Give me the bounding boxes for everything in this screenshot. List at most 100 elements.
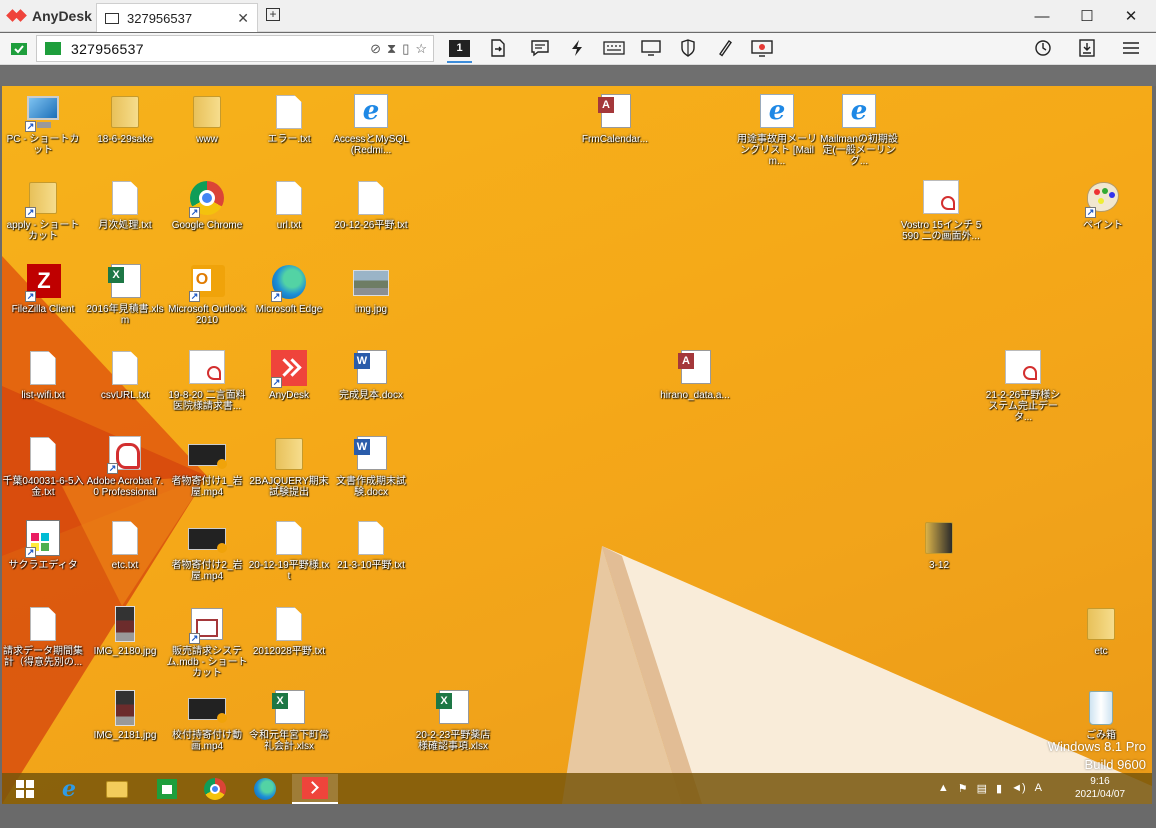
ie-icon: e — [839, 92, 879, 132]
desktop-icon[interactable]: etc — [1060, 604, 1142, 657]
permissions-button[interactable] — [675, 36, 701, 60]
taskbar-edge[interactable] — [242, 774, 288, 804]
desktop-icon[interactable]: FrmCalendar... — [574, 92, 656, 145]
desktop-icon[interactable]: 者物寄付け2_岩屋.mp4 — [166, 518, 248, 582]
taskbar-file-explorer[interactable] — [94, 774, 140, 804]
history-button[interactable] — [1030, 36, 1056, 60]
shortcut-arrow-icon: ↗ — [189, 207, 200, 218]
desktop-icon[interactable]: 21-3-10平野.txt — [330, 518, 412, 571]
desktop-icon-label: AccessとMySQL(Redmi... — [333, 134, 409, 156]
txt-shape — [358, 181, 384, 215]
desktop-icon[interactable]: e 用途事故用メーリングリスト [Mailm... — [736, 92, 818, 167]
new-tab-button[interactable]: + — [266, 8, 280, 21]
taskbar-anydesk[interactable] — [292, 774, 338, 804]
desktop-icon[interactable]: ↗ AnyDesk — [248, 348, 330, 401]
desktop-icon[interactable]: Z ↗ FileZilla Client — [2, 262, 84, 315]
desktop-icon[interactable]: 月次処理.txt — [84, 178, 166, 231]
monitor-select-button[interactable]: 1 — [449, 40, 470, 57]
desktop-icon[interactable]: 校付持寄付け動画.mp4 — [166, 688, 248, 752]
start-button[interactable] — [2, 774, 48, 804]
display-button[interactable] — [638, 36, 664, 60]
pdf-icon — [921, 178, 961, 218]
volume-icon[interactable]: ◄) — [1011, 782, 1026, 795]
desktop-icon[interactable]: 2016年見積書.xlsm — [84, 262, 166, 326]
desktop-icon[interactable]: ↗ Adobe Acrobat 7.0 Professional — [84, 434, 166, 498]
desktop-icon[interactable]: 完成見本.docx — [330, 348, 412, 401]
desktop-icon[interactable]: list-wifi.txt — [2, 348, 84, 401]
desktop-icon[interactable]: 2BAJQUERY期末試験提出 — [248, 434, 330, 498]
file-transfer-button[interactable] — [485, 36, 511, 60]
desktop-icon[interactable]: 2012028平野.txt — [248, 604, 330, 657]
desktop-icon[interactable]: エラー.txt — [248, 92, 330, 145]
desktop-icon[interactable]: ↗ PC - ショートカット — [2, 92, 84, 156]
desktop-icon[interactable]: etc.txt — [84, 518, 166, 571]
windows-version-watermark: Windows 8.1 Pro Build 9600 — [1048, 738, 1146, 774]
desktop-icon[interactable]: ごみ箱 — [1060, 688, 1142, 741]
desktop-icon[interactable]: 文書作成期末試験.docx — [330, 434, 412, 498]
desktop-icon[interactable]: ↗ Microsoft Outlook 2010 — [166, 262, 248, 326]
txt-icon — [105, 348, 145, 388]
desktop-icon[interactable]: img.jpg — [330, 262, 412, 315]
desktop-icon[interactable]: 3-12 — [898, 518, 980, 571]
desktop-icon[interactable]: url.txt — [248, 178, 330, 231]
maximize-button[interactable]: ☐ — [1064, 0, 1110, 32]
desktop-icon-label: 20-12-19平野様.txt — [248, 560, 330, 582]
desktop-icon-label: 販売請求システム.mdb - ショートカット — [166, 646, 248, 679]
main-menu-button[interactable] — [1118, 36, 1144, 60]
taskbar-clock[interactable]: 9:16 2021/04/07 — [1058, 775, 1142, 801]
desktop-icon[interactable]: Vostro 15インチ 5590 二の画面外... — [900, 178, 982, 242]
keyboard-button[interactable] — [601, 36, 627, 60]
desktop-icon[interactable]: e AccessとMySQL(Redmi... — [330, 92, 412, 156]
desktop-icon[interactable]: 19-8-20 二言面料医院様請求書... — [166, 348, 248, 412]
desktop-icon[interactable]: 21-2-26平野様システム完止データ... — [982, 348, 1064, 423]
taskbar-store[interactable] — [144, 774, 190, 804]
whiteboard-button[interactable] — [712, 36, 738, 60]
desktop-icon[interactable]: csvURL.txt — [84, 348, 166, 401]
install-button[interactable] — [1074, 36, 1100, 60]
desktop-icon-label: Microsoft Outlook 2010 — [168, 304, 246, 326]
ime-indicator[interactable]: A — [1035, 782, 1042, 795]
actions-button[interactable] — [564, 36, 590, 60]
close-tab-icon[interactable]: ✕ — [237, 10, 249, 27]
signal-icon[interactable]: ▮ — [996, 782, 1002, 795]
desktop-icon[interactable]: 請求データ期間集計（得意先別の... — [2, 604, 84, 668]
desktop-icon[interactable]: ↗ apply - ショートカット — [2, 178, 84, 242]
desktop-icon[interactable]: ↗ Microsoft Edge — [248, 262, 330, 315]
desktop-icon[interactable]: ↗ Google Chrome — [166, 178, 248, 231]
desktop-icon[interactable]: e Mailmanの初期設定(一般メーリング... — [818, 92, 900, 167]
txt-icon — [269, 518, 309, 558]
desktop-icon[interactable]: hirano_data.a... — [654, 348, 736, 401]
desktop-icon[interactable]: 20-12-26平野.txt — [330, 178, 412, 231]
favorite-star-icon[interactable]: ☆ — [415, 41, 427, 57]
desktop-icon[interactable]: ↗ 販売請求システム.mdb - ショートカット — [166, 604, 248, 679]
desktop-icon[interactable]: 20-2-23平野薬店様確認事項.xlsx — [412, 688, 494, 752]
chat-button[interactable] — [527, 36, 553, 60]
desktop-icon[interactable]: IMG_2181.jpg — [84, 688, 166, 741]
desktop-icon[interactable]: 者物寄付け1_岩屋.mp4 — [166, 434, 248, 498]
desktop-icon[interactable]: ↗ サクラエディタ — [2, 518, 84, 571]
desktop-icon[interactable]: www — [166, 92, 248, 145]
taskbar-internet-explorer[interactable]: e — [46, 774, 92, 804]
tray-expand-icon[interactable]: ▲ — [938, 782, 949, 795]
record-button[interactable] — [749, 36, 775, 60]
desktop-icon[interactable]: 18-6-29sake — [84, 92, 166, 145]
ie-shape: e — [842, 94, 876, 128]
download-icon — [1079, 39, 1095, 57]
network-adapter-icon[interactable]: ▤ — [977, 782, 987, 795]
desktop-icon[interactable]: ↗ ペイント — [1062, 178, 1144, 231]
taskbar-chrome[interactable] — [192, 774, 238, 804]
desktop-icon[interactable]: 千葉040031-6-5入金.txt — [2, 434, 84, 498]
minimize-button[interactable]: — — [1019, 0, 1065, 32]
remote-desktop-view[interactable]: ↗ PC - ショートカット 18-6-29sake www エラー.txt e Acces… — [2, 86, 1152, 804]
close-window-button[interactable]: ✕ — [1108, 0, 1154, 32]
desktop-icon[interactable]: IMG_2180.jpg — [84, 604, 166, 657]
no-image-icon[interactable]: ⊘ — [370, 41, 381, 57]
action-center-flag-icon[interactable]: ⚑ — [958, 782, 968, 795]
address-bar[interactable]: 327956537 ⊘ ⧗ ▯ ☆ — [36, 35, 434, 62]
access-shape — [678, 350, 711, 384]
session-tab[interactable]: 327956537 ✕ — [96, 3, 258, 32]
txt-icon — [23, 348, 63, 388]
desktop-icon-label: Vostro 15インチ 5590 二の画面外... — [900, 220, 982, 242]
desktop-icon[interactable]: 令和元年宮下町常礼会計.xlsx — [248, 688, 330, 752]
desktop-icon[interactable]: 20-12-19平野様.txt — [248, 518, 330, 582]
